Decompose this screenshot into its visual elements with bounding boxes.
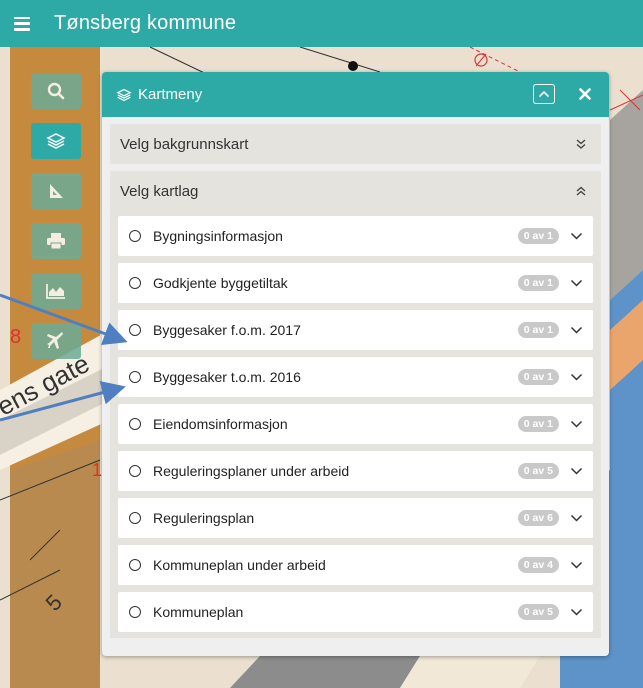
chevron-down-icon[interactable] xyxy=(569,466,583,476)
layer-label: Kommuneplan xyxy=(153,604,244,620)
chevron-down-icon[interactable] xyxy=(569,560,583,570)
layers-icon xyxy=(116,88,132,101)
print-button[interactable] xyxy=(31,223,81,259)
layer-count-badge: 0 av 5 xyxy=(517,463,559,479)
radio-button[interactable] xyxy=(129,465,141,477)
layer-count-badge: 0 av 4 xyxy=(517,557,559,573)
radio-button[interactable] xyxy=(129,512,141,524)
layer-item-reguleringsplaner-under-arbeid[interactable]: Reguleringsplaner under arbeid 0 av 5 xyxy=(118,451,593,491)
layer-item-bygningsinformasjon[interactable]: Bygningsinformasjon 0 av 1 xyxy=(118,216,593,256)
close-icon xyxy=(579,88,591,100)
layer-label: Eiendomsinformasjon xyxy=(153,416,288,432)
radio-button[interactable] xyxy=(129,606,141,618)
map-menu-panel: Kartmeny Velg bakgrunnskart Velg kartlag xyxy=(102,72,609,656)
search-icon xyxy=(47,82,65,100)
map-toolbar xyxy=(31,73,85,373)
chevron-up-icon xyxy=(538,90,550,98)
flight-button[interactable] xyxy=(31,323,81,359)
chevron-down-icon[interactable] xyxy=(569,278,583,288)
section-background-label: Velg bakgrunnskart xyxy=(120,135,249,153)
layer-count-badge: 0 av 1 xyxy=(517,228,559,244)
chevron-down-icon[interactable] xyxy=(569,325,583,335)
layer-label: Kommuneplan under arbeid xyxy=(153,557,326,573)
layer-count-badge: 0 av 5 xyxy=(517,604,559,620)
layer-label: Bygningsinformasjon xyxy=(153,228,283,244)
layer-item-kommuneplan[interactable]: Kommuneplan 0 av 5 xyxy=(118,592,593,632)
layer-label: Byggesaker f.o.m. 2017 xyxy=(153,322,301,338)
layer-count-badge: 0 av 1 xyxy=(517,275,559,291)
layer-item-byggesaker-fom-2017[interactable]: Byggesaker f.o.m. 2017 0 av 1 xyxy=(118,310,593,350)
profile-chart-icon xyxy=(46,284,65,299)
radio-button[interactable] xyxy=(129,324,141,336)
radio-button[interactable] xyxy=(129,371,141,383)
section-background-map[interactable]: Velg bakgrunnskart xyxy=(110,124,601,164)
layers-button[interactable] xyxy=(31,123,81,159)
measure-icon xyxy=(50,184,63,198)
layer-count-badge: 0 av 1 xyxy=(517,369,559,385)
double-chevron-up-icon xyxy=(576,186,586,196)
chevron-down-icon[interactable] xyxy=(569,372,583,382)
search-button[interactable] xyxy=(31,73,81,109)
chevron-down-icon[interactable] xyxy=(569,513,583,523)
section-layers-label: Velg kartlag xyxy=(120,182,199,200)
radio-button[interactable] xyxy=(129,559,141,571)
layer-item-kommuneplan-under-arbeid[interactable]: Kommuneplan under arbeid 0 av 4 xyxy=(118,545,593,585)
layer-item-byggesaker-tom-2016[interactable]: Byggesaker t.o.m. 2016 0 av 1 xyxy=(118,357,593,397)
layer-label: Godkjente byggetiltak xyxy=(153,275,288,291)
close-panel-button[interactable] xyxy=(575,84,595,104)
print-icon xyxy=(47,233,65,250)
layer-label: Reguleringsplaner under arbeid xyxy=(153,463,350,479)
chevron-down-icon[interactable] xyxy=(569,419,583,429)
layer-item-godkjente-byggetiltak[interactable]: Godkjente byggetiltak 0 av 1 xyxy=(118,263,593,303)
radio-button[interactable] xyxy=(129,230,141,242)
layer-count-badge: 0 av 1 xyxy=(517,416,559,432)
layer-item-eiendomsinformasjon[interactable]: Eiendomsinformasjon 0 av 1 xyxy=(118,404,593,444)
layer-count-badge: 0 av 6 xyxy=(517,510,559,526)
chevron-down-icon[interactable] xyxy=(569,231,583,241)
airplane-icon xyxy=(47,332,63,349)
hamburger-icon[interactable] xyxy=(14,16,30,31)
radio-button[interactable] xyxy=(129,418,141,430)
panel-header: Kartmeny xyxy=(102,72,609,117)
measure-button[interactable] xyxy=(31,173,81,209)
chevron-down-icon[interactable] xyxy=(569,607,583,617)
layer-label: Reguleringsplan xyxy=(153,510,255,526)
radio-button[interactable] xyxy=(129,277,141,289)
panel-title: Kartmeny xyxy=(138,86,203,103)
map-label-1: 1 xyxy=(92,460,103,480)
map-label-8: 8 xyxy=(10,326,22,348)
section-layers[interactable]: Velg kartlag xyxy=(110,171,601,211)
collapse-panel-button[interactable] xyxy=(533,84,555,104)
layer-label: Byggesaker t.o.m. 2016 xyxy=(153,369,301,385)
layer-count-badge: 0 av 1 xyxy=(517,322,559,338)
layers-icon xyxy=(46,133,66,149)
app-title: Tønsberg kommune xyxy=(54,12,237,34)
layer-list: Bygningsinformasjon 0 av 1 Godkjente byg… xyxy=(110,211,601,638)
double-chevron-down-icon xyxy=(576,139,586,149)
layer-item-reguleringsplan[interactable]: Reguleringsplan 0 av 6 xyxy=(118,498,593,538)
elevation-profile-button[interactable] xyxy=(31,273,81,309)
app-header: Tønsberg kommune xyxy=(0,0,643,47)
